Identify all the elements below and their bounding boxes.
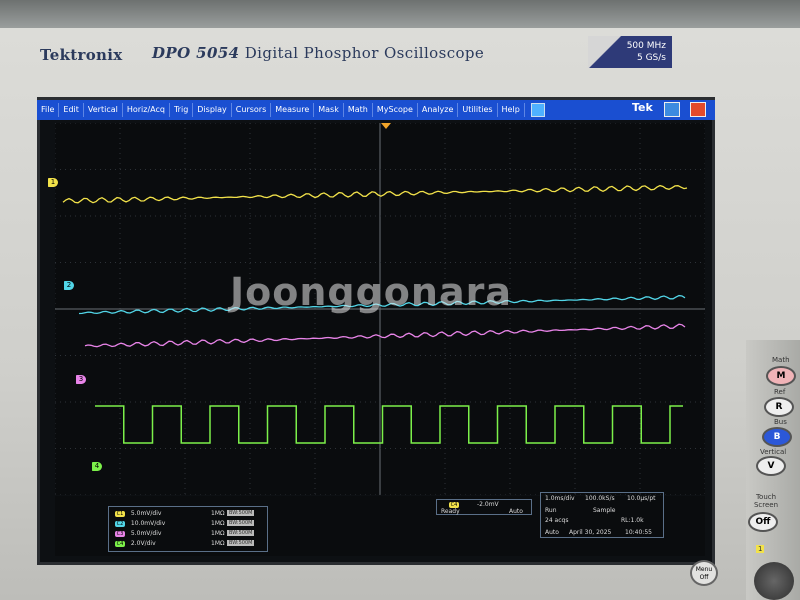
channel-1-badge: C1 (115, 511, 125, 517)
vertical-button[interactable]: V (756, 456, 786, 476)
bus-button[interactable]: B (762, 427, 792, 447)
channel-4-bandwidth: BW:500M (227, 540, 255, 546)
channel-4-readout[interactable]: C4 2.0V/div 1MΩ BW:500M (115, 540, 255, 549)
brand-name: Tektronix (40, 46, 123, 64)
background-top (0, 0, 800, 28)
channel-1-trace (62, 184, 688, 204)
menu-display[interactable]: Display (193, 103, 232, 117)
menu-help[interactable]: Help (498, 103, 525, 117)
channel-4-marker[interactable]: 4 (92, 462, 102, 471)
trigger-mode-status: Auto (545, 529, 559, 536)
channel-4-trace (95, 405, 683, 444)
channel-1-bandwidth: BW:500M (227, 510, 255, 516)
channel-1-input-label: 1 (756, 545, 765, 553)
channel-3-badge: C3 (115, 531, 125, 537)
channel-4-badge: C4 (115, 541, 125, 547)
channel-1-connector (754, 562, 794, 600)
channel-1-impedance: 1MΩ (211, 510, 225, 517)
channel-3-scale: 5.0mV/div (130, 530, 162, 537)
record-length: RL:1.0k (621, 517, 644, 524)
channel-2-readout[interactable]: C2 10.0mV/div 1MΩ BW:500M (115, 520, 255, 529)
sample-rate: 100.0kS/s (585, 495, 615, 502)
channel-3-trace (84, 323, 686, 348)
trigger-position-icon (381, 123, 391, 129)
acquisition-count: 24 acqs (545, 517, 569, 524)
waveform-graticule (55, 123, 705, 495)
menu-dropdown-icon[interactable] (530, 103, 545, 117)
spec-sample-rate: 5 GS/s (637, 53, 666, 63)
spec-bandwidth: 500 MHz (626, 41, 666, 51)
math-label: Math (772, 356, 790, 364)
channel-3-readout[interactable]: C3 5.0mV/div 1MΩ BW:500M (115, 530, 255, 539)
menu-file[interactable]: File (37, 103, 60, 117)
minimize-button[interactable] (664, 102, 680, 117)
model-description: Digital Phosphor Oscilloscope (244, 44, 485, 62)
menu-edit[interactable]: Edit (59, 103, 84, 117)
channel-3-bandwidth: BW:500M (227, 530, 255, 536)
time-per-point: 10.0µs/pt (627, 495, 656, 502)
channel-3-impedance: 1MΩ (211, 530, 225, 537)
channel-3-marker[interactable]: 3 (76, 375, 86, 384)
tek-logo: Tek (632, 101, 653, 114)
close-button[interactable] (690, 102, 706, 117)
touch-screen-label: Touch Screen (753, 493, 779, 509)
menu-cursors[interactable]: Cursors (232, 103, 272, 117)
run-state: Run (545, 507, 557, 514)
date: April 30, 2025 (569, 529, 612, 536)
menu-analyze[interactable]: Analyze (418, 103, 459, 117)
channel-2-impedance: 1MΩ (211, 520, 225, 527)
channel-2-bandwidth: BW:500M (227, 520, 255, 526)
trigger-mode: Auto (509, 508, 523, 515)
ref-button[interactable]: R (764, 397, 794, 417)
menu-mask[interactable]: Mask (314, 103, 344, 117)
time: 10:40:55 (625, 529, 652, 536)
menu-math[interactable]: Math (344, 103, 373, 117)
channel-4-scale: 2.0V/div (130, 540, 156, 547)
channel-2-scale: 10.0mV/div (130, 520, 166, 527)
trigger-readout[interactable]: C4 -2.0mV Ready Auto (436, 499, 532, 515)
menu-measure[interactable]: Measure (271, 103, 315, 117)
menu-utilities[interactable]: Utilities (458, 103, 498, 117)
channel-2-trace (78, 294, 686, 315)
menu-horiz-acq[interactable]: Horiz/Acq (123, 103, 170, 117)
bus-label: Bus (774, 418, 787, 426)
model-number: DPO 5054 (152, 44, 240, 62)
trigger-state: Ready (441, 508, 460, 515)
acquisition-mode: Sample (593, 507, 616, 514)
channel-2-badge: C2 (115, 521, 125, 527)
channel-settings-panel[interactable]: C1 5.0mV/div 1MΩ BW:500M C2 10.0mV/div 1… (108, 506, 268, 552)
math-button[interactable]: M (766, 366, 796, 386)
channel-1-marker[interactable]: 1 (48, 178, 58, 187)
trigger-level: -2.0mV (477, 501, 499, 508)
touch-screen-off-button[interactable]: Off (748, 512, 778, 532)
channel-4-impedance: 1MΩ (211, 540, 225, 547)
spec-badge: 500 MHz 5 GS/s (588, 36, 672, 68)
graticule-grid (55, 123, 705, 495)
vertical-label: Vertical (760, 448, 787, 456)
menu-vertical[interactable]: Vertical (84, 103, 123, 117)
model-title: DPO 5054 Digital Phosphor Oscilloscope (152, 44, 484, 62)
channel-1-scale: 5.0mV/div (130, 510, 162, 517)
channel-1-readout[interactable]: C1 5.0mV/div 1MΩ BW:500M (115, 510, 255, 519)
ref-label: Ref (774, 388, 786, 396)
acquisition-readout[interactable]: 1.0ms/div 100.0kS/s 10.0µs/pt Run Sample… (540, 492, 664, 538)
menu-myscope[interactable]: MyScope (373, 103, 418, 117)
channel-2-marker[interactable]: 2 (64, 281, 74, 290)
timebase: 1.0ms/div (545, 495, 575, 502)
menu-trig[interactable]: Trig (170, 103, 194, 117)
menu-off-button[interactable]: Menu Off (690, 560, 718, 586)
menu-bar: File Edit Vertical Horiz/Acq Trig Displa… (37, 100, 715, 120)
